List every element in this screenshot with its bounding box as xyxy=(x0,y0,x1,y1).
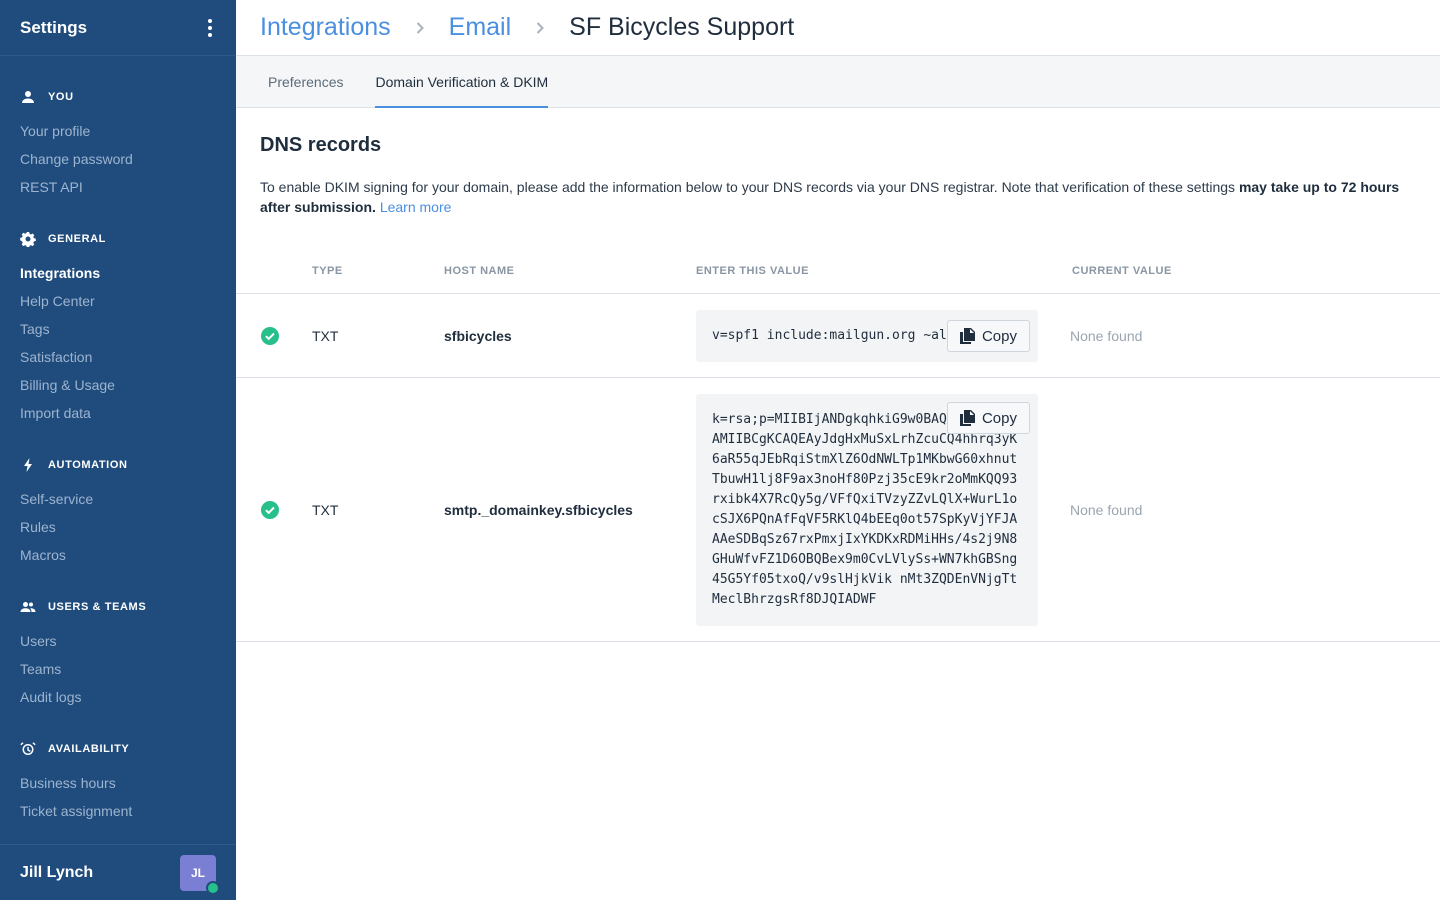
column-header-current: CURRENT VALUE xyxy=(1072,265,1172,277)
copy-icon xyxy=(959,328,975,344)
sidebar-item-rules[interactable]: Rules xyxy=(0,513,236,541)
avatar-initials: JL xyxy=(190,865,205,880)
sidebar-section-label: AVAILABILITY xyxy=(48,743,130,755)
sidebar-section-automation: AUTOMATION Self-service Rules Macros xyxy=(0,457,236,569)
sidebar-item-rest-api[interactable]: REST API xyxy=(0,173,236,201)
sidebar: Settings YOU Your profile Change passwor… xyxy=(0,0,236,900)
user-name[interactable]: Jill Lynch xyxy=(20,864,93,882)
sidebar-item-business-hours[interactable]: Business hours xyxy=(0,769,236,797)
section-description: To enable DKIM signing for your domain, … xyxy=(260,177,1410,217)
breadcrumb: Integrations Email SF Bicycles Support xyxy=(236,0,1440,56)
breadcrumb-integrations[interactable]: Integrations xyxy=(260,13,391,42)
sidebar-footer: Jill Lynch JL xyxy=(0,844,236,900)
learn-more-link[interactable]: Learn more xyxy=(380,199,452,215)
record-type: TXT xyxy=(312,328,339,344)
breadcrumb-email[interactable]: Email xyxy=(449,13,512,42)
dns-records-section: DNS records To enable DKIM signing for y… xyxy=(236,108,1440,217)
sidebar-title: Settings xyxy=(20,17,88,37)
sidebar-item-help-center[interactable]: Help Center xyxy=(0,287,236,315)
copy-icon xyxy=(959,410,975,426)
people-icon xyxy=(20,602,36,612)
description-text: To enable DKIM signing for your domain, … xyxy=(260,179,1239,195)
page-title: SF Bicycles Support xyxy=(569,13,795,41)
sidebar-section-label: AUTOMATION xyxy=(48,459,128,471)
avatar[interactable]: JL xyxy=(180,854,220,895)
sidebar-item-integrations[interactable]: Integrations xyxy=(0,259,236,287)
copy-button[interactable]: Copy xyxy=(946,320,1030,352)
section-heading: DNS records xyxy=(260,134,382,156)
sidebar-section-users-teams: USERS & TEAMS Users Teams Audit logs xyxy=(0,599,236,711)
sidebar-section-label: GENERAL xyxy=(48,233,106,245)
table-header: TYPE HOST NAME ENTER THIS VALUE CURRENT … xyxy=(236,248,1440,294)
table-row: TXT smtp._domainkey.sfbicycles k=rsa;p=M… xyxy=(236,378,1440,642)
sidebar-item-self-service[interactable]: Self-service xyxy=(0,485,236,513)
sidebar-section-you: YOU Your profile Change password REST AP… xyxy=(0,89,236,201)
sidebar-item-billing-usage[interactable]: Billing & Usage xyxy=(0,371,236,399)
sidebar-section-header: GENERAL xyxy=(0,231,236,247)
tab-bar: Preferences Domain Verification & DKIM xyxy=(236,56,1440,108)
tab-domain-verification-dkim[interactable]: Domain Verification & DKIM xyxy=(375,56,549,108)
record-value-box: k=rsa;p=MIIBIjANDgkqhkiG9w0BAQEFAAOCAQ8A… xyxy=(696,394,1038,626)
sidebar-section-header: AUTOMATION xyxy=(0,457,236,473)
sidebar-item-your-profile[interactable]: Your profile xyxy=(0,117,236,145)
copy-button-label: Copy xyxy=(981,409,1017,427)
sidebar-section-label: YOU xyxy=(48,91,74,103)
alarm-clock-icon xyxy=(20,742,36,755)
record-host: sfbicycles xyxy=(444,328,512,344)
gear-icon xyxy=(20,232,36,247)
check-circle-icon xyxy=(261,501,279,519)
copy-button[interactable]: Copy xyxy=(946,402,1030,434)
sidebar-section-header: AVAILABILITY xyxy=(0,741,236,757)
sidebar-item-satisfaction[interactable]: Satisfaction xyxy=(0,343,236,371)
person-icon xyxy=(22,91,34,103)
record-type: TXT xyxy=(312,502,339,518)
current-value: None found xyxy=(1070,502,1143,518)
check-circle-icon xyxy=(261,327,279,345)
sidebar-header: Settings xyxy=(0,0,236,56)
sidebar-item-teams[interactable]: Teams xyxy=(0,655,236,683)
kebab-menu-icon[interactable] xyxy=(200,18,220,38)
sidebar-section-header: YOU xyxy=(0,89,236,105)
main-content: Integrations Email SF Bicycles Support P… xyxy=(236,0,1440,900)
sidebar-section-availability: AVAILABILITY Business hours Ticket assig… xyxy=(0,741,236,825)
record-value-box: v=spf1 include:mailgun.org ~all Copy xyxy=(696,310,1038,362)
record-host: smtp._domainkey.sfbicycles xyxy=(444,502,633,518)
tab-preferences[interactable]: Preferences xyxy=(268,56,343,108)
sidebar-item-macros[interactable]: Macros xyxy=(0,541,236,569)
copy-button-label: Copy xyxy=(981,327,1017,345)
sidebar-item-import-data[interactable]: Import data xyxy=(0,399,236,427)
chevron-right-icon xyxy=(413,21,427,35)
sidebar-section-general: GENERAL Integrations Help Center Tags Sa… xyxy=(0,231,236,427)
sidebar-item-users[interactable]: Users xyxy=(0,627,236,655)
chevron-right-icon xyxy=(533,21,547,35)
dns-records-table: TYPE HOST NAME ENTER THIS VALUE CURRENT … xyxy=(236,248,1440,642)
online-status-icon xyxy=(206,880,220,895)
sidebar-item-change-password[interactable]: Change password xyxy=(0,145,236,173)
column-header-host: HOST NAME xyxy=(444,265,515,277)
bolt-icon xyxy=(24,458,32,472)
sidebar-section-header: USERS & TEAMS xyxy=(0,599,236,615)
sidebar-item-ticket-assignment[interactable]: Ticket assignment xyxy=(0,797,236,825)
column-header-value: ENTER THIS VALUE xyxy=(696,265,809,277)
sidebar-item-tags[interactable]: Tags xyxy=(0,315,236,343)
table-row: TXT sfbicycles v=spf1 include:mailgun.or… xyxy=(236,294,1440,378)
current-value: None found xyxy=(1070,328,1143,344)
sidebar-section-label: USERS & TEAMS xyxy=(48,601,147,613)
column-header-type: TYPE xyxy=(312,265,343,277)
sidebar-item-audit-logs[interactable]: Audit logs xyxy=(0,683,236,711)
